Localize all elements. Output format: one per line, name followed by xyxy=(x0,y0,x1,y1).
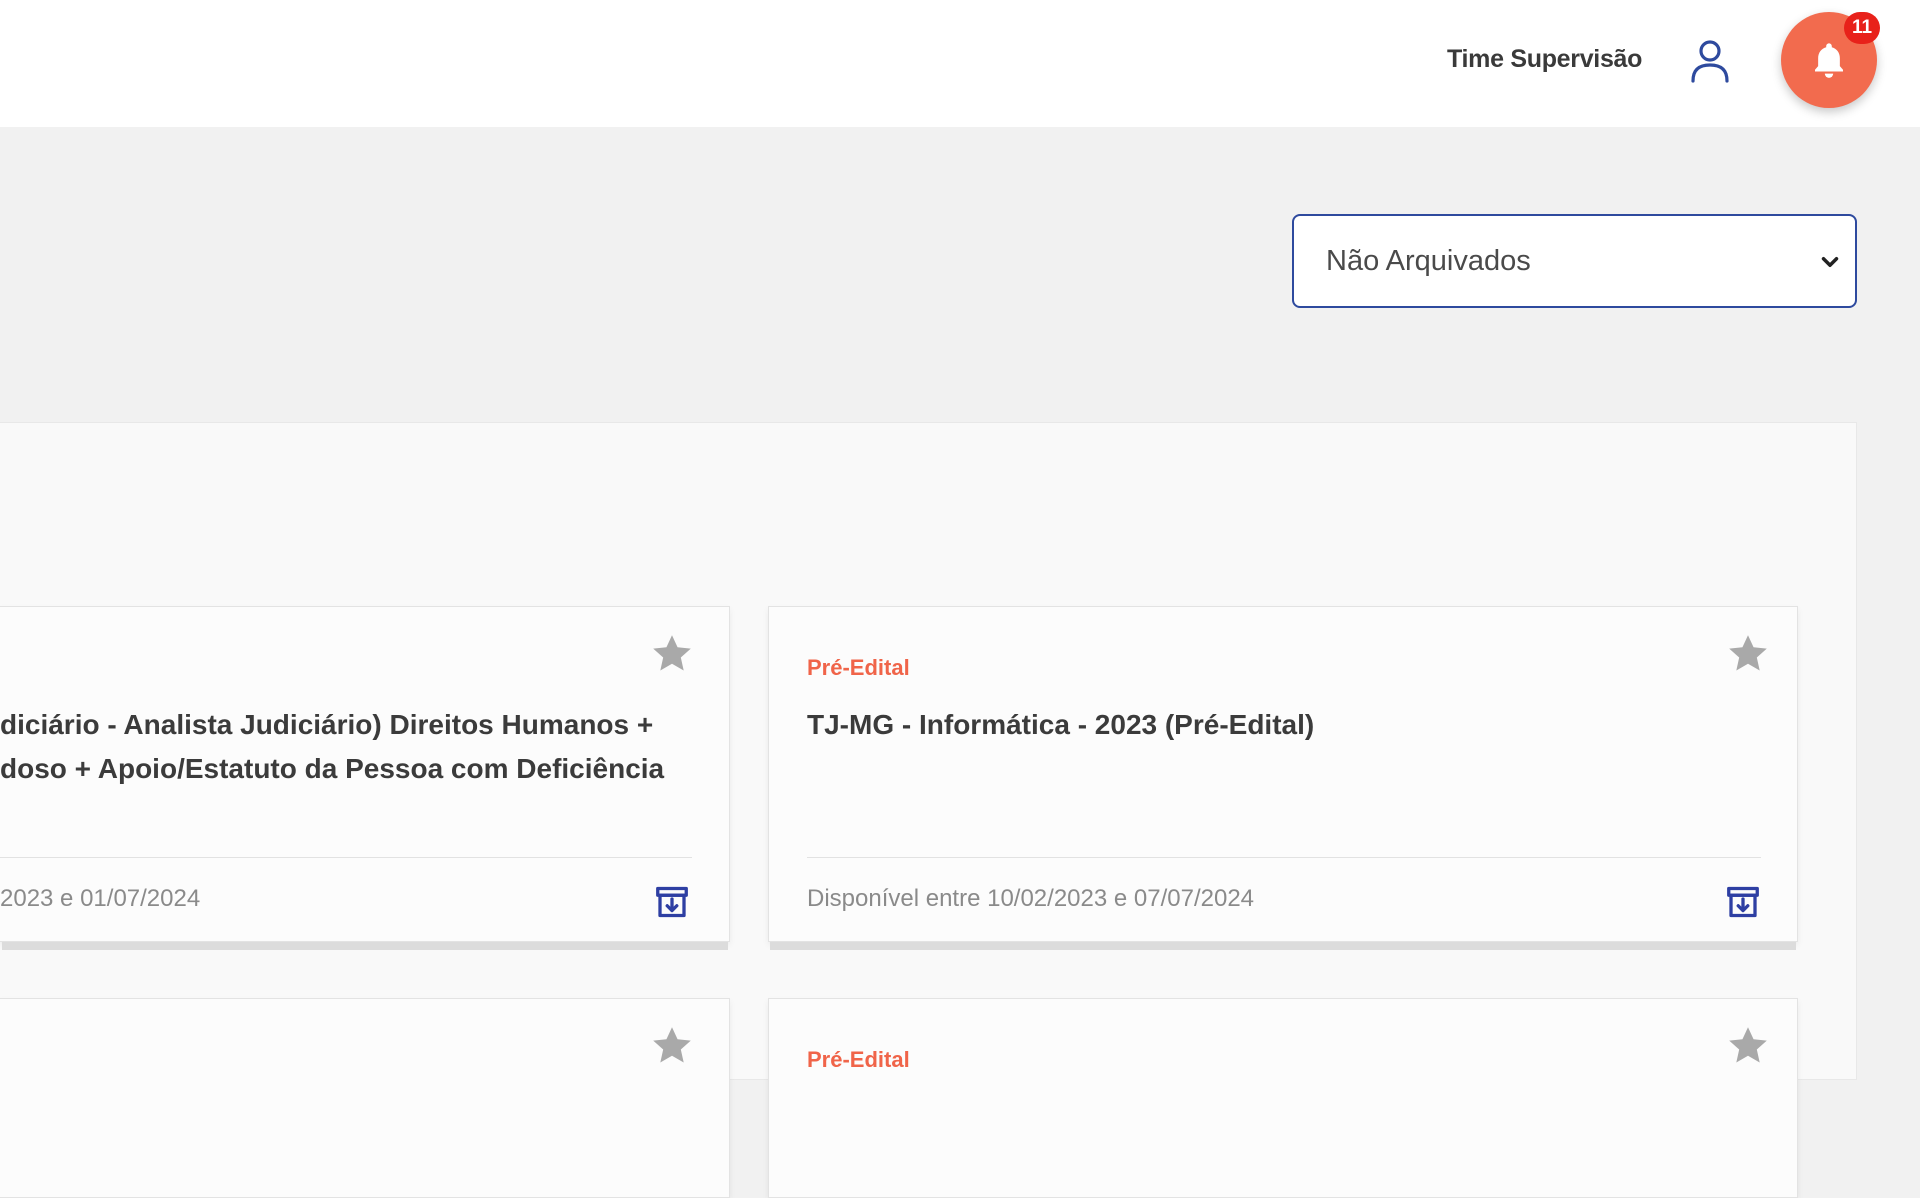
notification-count-badge: 11 xyxy=(1844,12,1880,44)
favorite-star-icon[interactable] xyxy=(1724,1023,1772,1069)
favorite-star-icon[interactable] xyxy=(1724,631,1772,677)
status-tag: Pré-Edital xyxy=(807,655,910,680)
course-title: diciário - Analista Judiciário) Direitos… xyxy=(0,709,665,784)
chevron-down-icon xyxy=(1821,257,1839,267)
top-bar: Time Supervisão 11 xyxy=(0,0,1920,127)
course-card[interactable]: Pré-Edital xyxy=(768,998,1798,1198)
archive-icon[interactable] xyxy=(1724,884,1762,920)
course-card[interactable] xyxy=(0,998,730,1198)
user-name[interactable]: Time Supervisão xyxy=(1447,45,1642,74)
filter-selected-value: Não Arquivados xyxy=(1326,244,1531,277)
status-tag: Pré-Edital xyxy=(807,1047,910,1072)
archive-icon[interactable] xyxy=(653,884,691,920)
availability-text: Disponível entre 10/02/2023 e 07/07/2024 xyxy=(807,885,1255,912)
archive-filter-select[interactable]: Não Arquivados xyxy=(1292,214,1857,308)
availability-text: 2023 e 01/07/2024 xyxy=(0,885,201,912)
card-divider xyxy=(807,857,1761,858)
bell-icon xyxy=(1815,43,1843,78)
course-card[interactable]: Pré-Edital TJ-MG - Informática - 2023 (P… xyxy=(768,606,1798,942)
user-icon[interactable] xyxy=(1688,38,1732,84)
card-divider xyxy=(0,857,692,858)
course-title: TJ-MG - Informática - 2023 (Pré-Edital) xyxy=(807,709,1315,740)
favorite-star-icon[interactable] xyxy=(648,1023,696,1069)
favorite-star-icon[interactable] xyxy=(648,631,696,677)
course-card[interactable]: diciário - Analista Judiciário) Direitos… xyxy=(0,606,730,942)
